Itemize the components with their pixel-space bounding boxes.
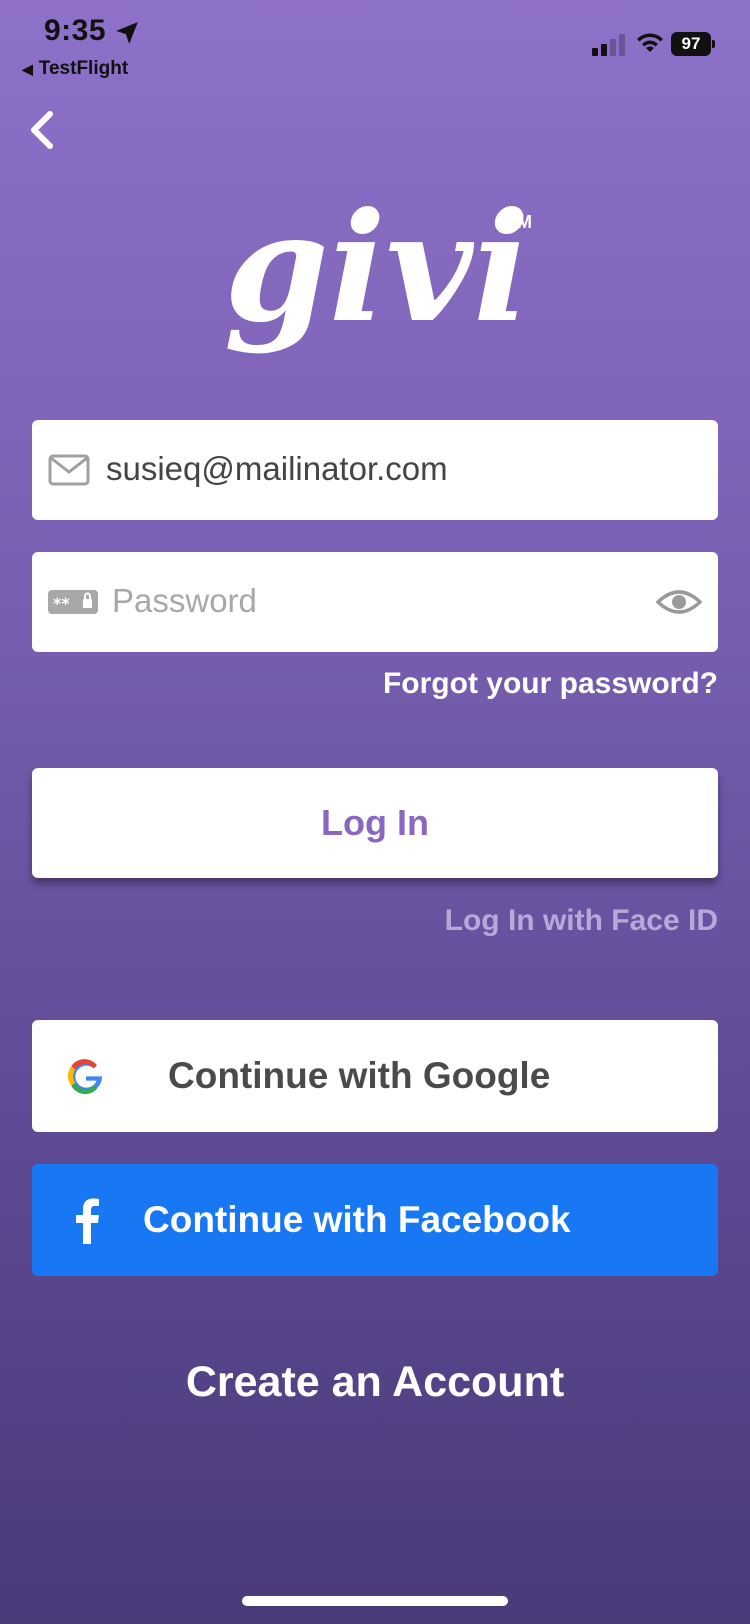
trademark-mark: TM [506, 212, 532, 232]
back-triangle-icon: ◀ [22, 61, 33, 77]
facebook-icon [76, 1198, 99, 1244]
status-time: 9:35 [44, 14, 107, 47]
continue-with-facebook-button[interactable]: Continue with Facebook [32, 1164, 718, 1276]
svg-text:**: ** [53, 594, 70, 613]
password-icon: ** [48, 590, 98, 614]
password-field[interactable]: ** Password [32, 552, 718, 652]
back-to-app-link[interactable]: ◀ TestFlight [22, 58, 128, 80]
wifi-icon [637, 33, 663, 52]
email-value: susieq@mailinator.com [106, 450, 448, 487]
mail-icon [48, 454, 90, 486]
login-screen: 9:35 ◀ TestFlight 97 givi TM susieq@maili… [0, 0, 750, 1624]
logo-text: givi [224, 180, 530, 356]
location-arrow-icon [116, 22, 138, 44]
back-chevron-icon[interactable] [26, 108, 60, 152]
google-icon [67, 1059, 103, 1095]
create-account-link[interactable]: Create an Account [0, 1358, 750, 1407]
login-button[interactable]: Log In [32, 768, 718, 878]
eye-icon[interactable] [656, 584, 702, 620]
google-button-label: Continue with Google [168, 1055, 551, 1096]
continue-with-google-button[interactable]: Continue with Google [32, 1020, 718, 1132]
forgot-password-link[interactable]: Forgot your password? [383, 667, 718, 701]
givi-logo: givi TM [224, 180, 532, 356]
password-placeholder: Password [112, 582, 257, 619]
battery-icon: 97 [671, 32, 715, 56]
cellular-signal-icon [592, 34, 626, 56]
back-app-label: TestFlight [38, 58, 129, 79]
battery-level: 97 [671, 32, 711, 56]
email-field[interactable]: susieq@mailinator.com [32, 420, 718, 520]
face-id-login-link[interactable]: Log In with Face ID [445, 904, 718, 938]
home-indicator[interactable] [242, 1596, 508, 1606]
facebook-button-label: Continue with Facebook [143, 1199, 571, 1240]
